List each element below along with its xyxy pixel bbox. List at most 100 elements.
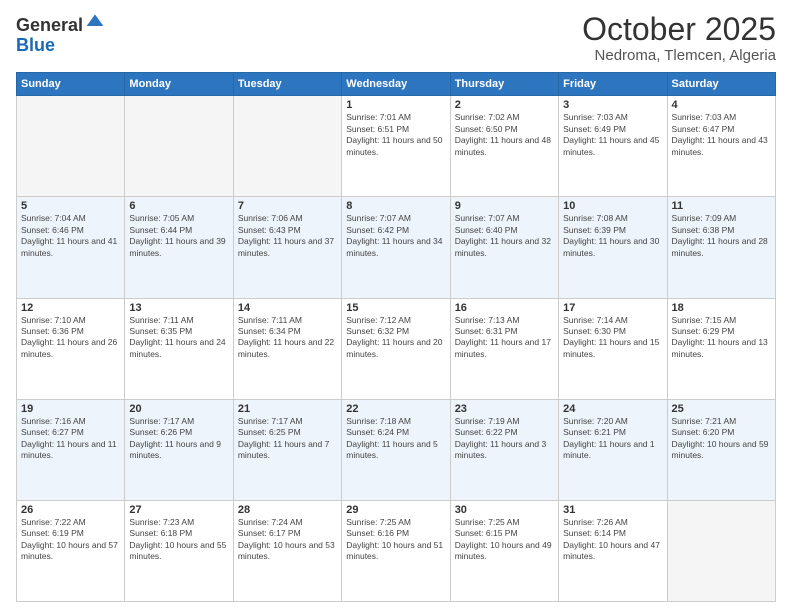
page: General Blue October 2025 Nedroma, Tlemc… (0, 0, 792, 612)
table-row: 31 Sunrise: 7:26 AMSunset: 6:14 PMDaylig… (559, 500, 667, 601)
table-row: 9 Sunrise: 7:07 AMSunset: 6:40 PMDayligh… (450, 197, 558, 298)
day-number: 12 (21, 302, 120, 314)
logo-general-text: General (16, 16, 83, 36)
day-info: Sunrise: 7:10 AMSunset: 6:36 PMDaylight:… (21, 315, 120, 361)
day-info: Sunrise: 7:12 AMSunset: 6:32 PMDaylight:… (346, 315, 445, 361)
table-row: 8 Sunrise: 7:07 AMSunset: 6:42 PMDayligh… (342, 197, 450, 298)
logo: General Blue (16, 16, 105, 56)
logo-icon (85, 11, 105, 31)
day-number: 18 (672, 302, 771, 314)
day-number: 2 (455, 99, 554, 111)
day-number: 14 (238, 302, 337, 314)
day-info: Sunrise: 7:05 AMSunset: 6:44 PMDaylight:… (129, 213, 228, 259)
day-number: 25 (672, 403, 771, 415)
day-info: Sunrise: 7:11 AMSunset: 6:35 PMDaylight:… (129, 315, 228, 361)
day-info: Sunrise: 7:26 AMSunset: 6:14 PMDaylight:… (563, 517, 662, 563)
day-number: 23 (455, 403, 554, 415)
day-number: 22 (346, 403, 445, 415)
header-wednesday: Wednesday (342, 73, 450, 96)
table-row: 6 Sunrise: 7:05 AMSunset: 6:44 PMDayligh… (125, 197, 233, 298)
day-info: Sunrise: 7:25 AMSunset: 6:15 PMDaylight:… (455, 517, 554, 563)
weekday-header-row: Sunday Monday Tuesday Wednesday Thursday… (17, 73, 776, 96)
day-info: Sunrise: 7:24 AMSunset: 6:17 PMDaylight:… (238, 517, 337, 563)
table-row: 24 Sunrise: 7:20 AMSunset: 6:21 PMDaylig… (559, 399, 667, 500)
day-number: 24 (563, 403, 662, 415)
table-row: 11 Sunrise: 7:09 AMSunset: 6:38 PMDaylig… (667, 197, 775, 298)
table-row: 19 Sunrise: 7:16 AMSunset: 6:27 PMDaylig… (17, 399, 125, 500)
table-row: 17 Sunrise: 7:14 AMSunset: 6:30 PMDaylig… (559, 298, 667, 399)
table-row (125, 96, 233, 197)
day-info: Sunrise: 7:03 AMSunset: 6:47 PMDaylight:… (672, 112, 771, 158)
day-info: Sunrise: 7:17 AMSunset: 6:25 PMDaylight:… (238, 416, 337, 462)
day-number: 4 (672, 99, 771, 111)
table-row: 5 Sunrise: 7:04 AMSunset: 6:46 PMDayligh… (17, 197, 125, 298)
day-info: Sunrise: 7:23 AMSunset: 6:18 PMDaylight:… (129, 517, 228, 563)
day-number: 19 (21, 403, 120, 415)
day-number: 31 (563, 504, 662, 516)
day-info: Sunrise: 7:16 AMSunset: 6:27 PMDaylight:… (21, 416, 120, 462)
table-row: 16 Sunrise: 7:13 AMSunset: 6:31 PMDaylig… (450, 298, 558, 399)
day-number: 8 (346, 200, 445, 212)
table-row: 22 Sunrise: 7:18 AMSunset: 6:24 PMDaylig… (342, 399, 450, 500)
table-row: 13 Sunrise: 7:11 AMSunset: 6:35 PMDaylig… (125, 298, 233, 399)
header-sunday: Sunday (17, 73, 125, 96)
table-row (667, 500, 775, 601)
day-info: Sunrise: 7:07 AMSunset: 6:42 PMDaylight:… (346, 213, 445, 259)
header: General Blue October 2025 Nedroma, Tlemc… (16, 12, 776, 64)
table-row: 20 Sunrise: 7:17 AMSunset: 6:26 PMDaylig… (125, 399, 233, 500)
table-row: 29 Sunrise: 7:25 AMSunset: 6:16 PMDaylig… (342, 500, 450, 601)
table-row (233, 96, 341, 197)
calendar-table: Sunday Monday Tuesday Wednesday Thursday… (16, 72, 776, 602)
day-info: Sunrise: 7:22 AMSunset: 6:19 PMDaylight:… (21, 517, 120, 563)
table-row: 1 Sunrise: 7:01 AMSunset: 6:51 PMDayligh… (342, 96, 450, 197)
day-number: 21 (238, 403, 337, 415)
day-number: 6 (129, 200, 228, 212)
month-title: October 2025 (582, 12, 776, 47)
day-info: Sunrise: 7:08 AMSunset: 6:39 PMDaylight:… (563, 213, 662, 259)
day-info: Sunrise: 7:11 AMSunset: 6:34 PMDaylight:… (238, 315, 337, 361)
day-number: 26 (21, 504, 120, 516)
day-number: 5 (21, 200, 120, 212)
table-row (17, 96, 125, 197)
day-number: 29 (346, 504, 445, 516)
table-row: 28 Sunrise: 7:24 AMSunset: 6:17 PMDaylig… (233, 500, 341, 601)
day-number: 9 (455, 200, 554, 212)
day-info: Sunrise: 7:06 AMSunset: 6:43 PMDaylight:… (238, 213, 337, 259)
day-number: 7 (238, 200, 337, 212)
day-info: Sunrise: 7:04 AMSunset: 6:46 PMDaylight:… (21, 213, 120, 259)
day-number: 11 (672, 200, 771, 212)
day-info: Sunrise: 7:20 AMSunset: 6:21 PMDaylight:… (563, 416, 662, 462)
title-block: October 2025 Nedroma, Tlemcen, Algeria (582, 12, 776, 64)
header-thursday: Thursday (450, 73, 558, 96)
day-number: 27 (129, 504, 228, 516)
day-info: Sunrise: 7:07 AMSunset: 6:40 PMDaylight:… (455, 213, 554, 259)
day-info: Sunrise: 7:25 AMSunset: 6:16 PMDaylight:… (346, 517, 445, 563)
table-row: 27 Sunrise: 7:23 AMSunset: 6:18 PMDaylig… (125, 500, 233, 601)
day-number: 20 (129, 403, 228, 415)
day-info: Sunrise: 7:15 AMSunset: 6:29 PMDaylight:… (672, 315, 771, 361)
header-monday: Monday (125, 73, 233, 96)
table-row: 14 Sunrise: 7:11 AMSunset: 6:34 PMDaylig… (233, 298, 341, 399)
table-row: 23 Sunrise: 7:19 AMSunset: 6:22 PMDaylig… (450, 399, 558, 500)
table-row: 7 Sunrise: 7:06 AMSunset: 6:43 PMDayligh… (233, 197, 341, 298)
table-row: 21 Sunrise: 7:17 AMSunset: 6:25 PMDaylig… (233, 399, 341, 500)
table-row: 26 Sunrise: 7:22 AMSunset: 6:19 PMDaylig… (17, 500, 125, 601)
table-row: 18 Sunrise: 7:15 AMSunset: 6:29 PMDaylig… (667, 298, 775, 399)
day-number: 17 (563, 302, 662, 314)
day-info: Sunrise: 7:14 AMSunset: 6:30 PMDaylight:… (563, 315, 662, 361)
day-info: Sunrise: 7:19 AMSunset: 6:22 PMDaylight:… (455, 416, 554, 462)
table-row: 30 Sunrise: 7:25 AMSunset: 6:15 PMDaylig… (450, 500, 558, 601)
location-subtitle: Nedroma, Tlemcen, Algeria (582, 47, 776, 64)
header-friday: Friday (559, 73, 667, 96)
day-info: Sunrise: 7:17 AMSunset: 6:26 PMDaylight:… (129, 416, 228, 462)
day-info: Sunrise: 7:18 AMSunset: 6:24 PMDaylight:… (346, 416, 445, 462)
table-row: 12 Sunrise: 7:10 AMSunset: 6:36 PMDaylig… (17, 298, 125, 399)
day-info: Sunrise: 7:03 AMSunset: 6:49 PMDaylight:… (563, 112, 662, 158)
day-number: 15 (346, 302, 445, 314)
table-row: 2 Sunrise: 7:02 AMSunset: 6:50 PMDayligh… (450, 96, 558, 197)
table-row: 15 Sunrise: 7:12 AMSunset: 6:32 PMDaylig… (342, 298, 450, 399)
header-saturday: Saturday (667, 73, 775, 96)
day-info: Sunrise: 7:13 AMSunset: 6:31 PMDaylight:… (455, 315, 554, 361)
day-info: Sunrise: 7:02 AMSunset: 6:50 PMDaylight:… (455, 112, 554, 158)
day-info: Sunrise: 7:21 AMSunset: 6:20 PMDaylight:… (672, 416, 771, 462)
